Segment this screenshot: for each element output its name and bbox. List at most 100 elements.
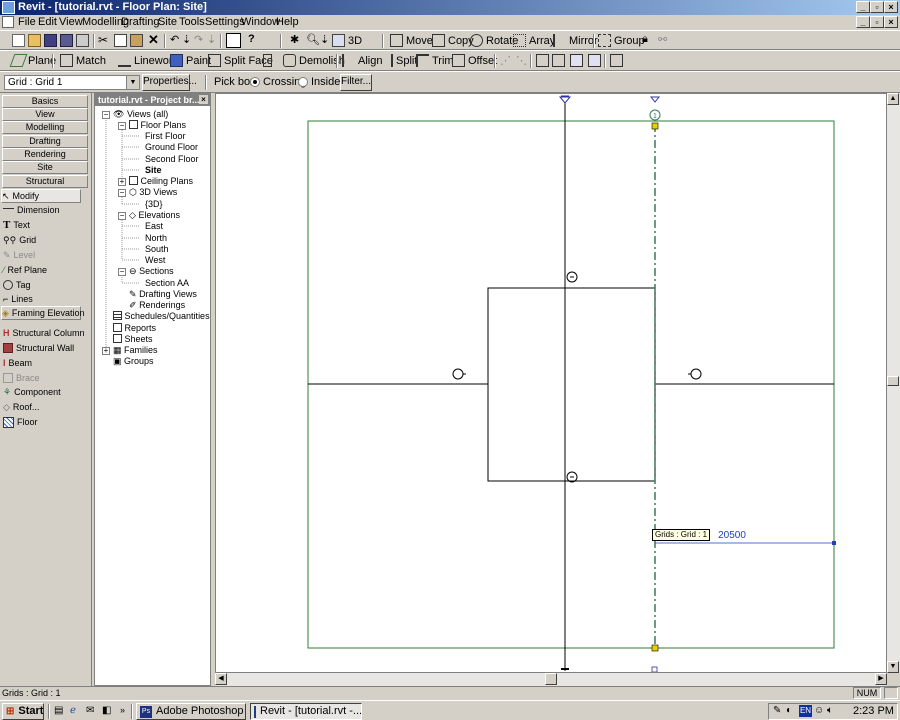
tree-north[interactable]: North: [145, 233, 167, 244]
maximize-button[interactable]: ▫: [870, 1, 884, 13]
menu-help[interactable]: Help: [276, 15, 299, 30]
tree-second-floor[interactable]: Second Floor: [145, 154, 199, 165]
show-desktop-icon[interactable]: ▤: [54, 705, 63, 716]
split-button[interactable]: Split: [380, 54, 417, 67]
tree-site[interactable]: Site: [145, 165, 162, 176]
tree-elevations[interactable]: ◇ Elevations: [129, 210, 180, 221]
minimize-button[interactable]: _: [856, 1, 870, 13]
tree-east[interactable]: East: [145, 221, 163, 232]
task-adobe-photoshop[interactable]: Ps Adobe Photoshop: [136, 703, 246, 720]
start-button[interactable]: ⊞ Start: [2, 703, 44, 720]
save-all-icon[interactable]: [60, 34, 73, 47]
paint-button[interactable]: Paint: [170, 54, 211, 67]
internet-explorer-icon[interactable]: ℯ: [70, 705, 76, 716]
align-button[interactable]: Align: [342, 54, 382, 67]
thin-lines-icon[interactable]: [610, 54, 623, 67]
zoom-dropdown-icon[interactable]: ⇣: [320, 33, 329, 46]
undo-dropdown-icon[interactable]: ⇣: [182, 33, 191, 46]
expand-ceiling-plans-icon[interactable]: +: [118, 178, 126, 186]
scroll-down-icon[interactable]: ▼: [887, 661, 899, 673]
tab-drafting[interactable]: Drafting: [2, 135, 88, 148]
close-button[interactable]: ×: [884, 1, 898, 13]
tool-modify[interactable]: ↖ Modify: [1, 189, 81, 203]
tool-component[interactable]: ⚘ Component: [3, 385, 61, 399]
task-revit[interactable]: Revit - [tutorial.rvt -...: [250, 703, 362, 720]
toggle-view-icon[interactable]: [226, 33, 241, 48]
tree-floor-plans[interactable]: Floor Plans: [129, 120, 186, 131]
tool-ref-plane[interactable]: ⁄ Ref Plane: [3, 263, 47, 277]
rotate-button[interactable]: Rotate: [470, 34, 518, 47]
menu-site[interactable]: Site: [158, 15, 177, 30]
scroll-up-icon[interactable]: ▲: [887, 93, 899, 105]
tool-structural-wall[interactable]: Structural Wall: [3, 341, 74, 355]
tree-schedules[interactable]: Schedules/Quantities: [113, 311, 210, 322]
lock-icon[interactable]: 🔒︎: [642, 33, 648, 46]
unlock-icon[interactable]: ⚯: [658, 33, 667, 46]
tool-lines[interactable]: ⌐ Lines: [3, 292, 33, 306]
open-icon[interactable]: [28, 34, 41, 47]
dimension-tool-icon[interactable]: [536, 54, 549, 67]
tree-west[interactable]: West: [145, 255, 165, 266]
vertical-scrollbar[interactable]: ▲ ▼: [887, 93, 900, 673]
tool-text[interactable]: T Text: [3, 218, 30, 232]
collapse-floor-plans-icon[interactable]: −: [118, 122, 126, 130]
delete-icon[interactable]: ✕: [148, 32, 159, 48]
cut-geometry-icon[interactable]: [263, 54, 272, 67]
tool-roof[interactable]: ◇ Roof...: [3, 400, 39, 414]
wall-cleanup-icon[interactable]: ⋱: [516, 54, 527, 67]
horizontal-scrollbar[interactable]: ◀ ▶: [215, 673, 887, 686]
doc-minimize-button[interactable]: _: [856, 16, 870, 28]
doc-restore-button[interactable]: ▫: [870, 16, 884, 28]
tab-basics[interactable]: Basics: [2, 95, 88, 108]
horizontal-scroll-thumb[interactable]: [545, 673, 557, 685]
drawing-area[interactable]: 1 20500 Grids : Grid : 1: [215, 93, 887, 673]
properties-button[interactable]: Properties...: [142, 74, 197, 91]
redo-dropdown-icon[interactable]: ⇣: [207, 33, 216, 46]
vertical-scroll-thumb[interactable]: [887, 376, 899, 386]
tree-sections[interactable]: ⊖ Sections: [129, 266, 174, 277]
tool-dimension[interactable]: Dimension: [3, 203, 60, 217]
scroll-left-icon[interactable]: ◀: [215, 673, 227, 685]
paste-icon[interactable]: [130, 34, 143, 47]
window-tile-icon[interactable]: [570, 54, 583, 67]
tree-families[interactable]: ▦ Families: [113, 345, 158, 356]
new-icon[interactable]: [12, 34, 25, 47]
collapse-3d-views-icon[interactable]: −: [118, 189, 126, 197]
window-cascade-icon[interactable]: [588, 54, 601, 67]
undo-icon[interactable]: ↶: [170, 33, 179, 46]
view-3d-button[interactable]: 3D: [332, 34, 362, 47]
menu-edit[interactable]: Edit: [38, 15, 57, 30]
temp-dimension-value[interactable]: 20500: [718, 530, 746, 541]
tool-structural-column[interactable]: H Structural Column: [3, 326, 85, 340]
move-button[interactable]: Move: [390, 34, 433, 47]
tab-view[interactable]: View: [2, 108, 88, 121]
tree-south[interactable]: South: [145, 244, 169, 255]
tool-framing-elevation[interactable]: ◈ Framing Elevation: [1, 306, 84, 320]
array-button[interactable]: Array: [513, 34, 555, 47]
expand-families-icon[interactable]: +: [102, 347, 110, 355]
menu-tools[interactable]: Tools: [179, 15, 205, 30]
menu-file[interactable]: File: [18, 15, 36, 30]
tool-tag[interactable]: Tag: [3, 278, 31, 292]
tool-beam[interactable]: I Beam: [3, 356, 32, 370]
collapse-elevations-icon[interactable]: −: [118, 212, 126, 220]
tree-views-all[interactable]: 👁︎ Views (all): [113, 109, 168, 120]
language-indicator[interactable]: EN: [799, 705, 812, 717]
network-tray-icon[interactable]: ◐: [786, 705, 792, 716]
volume-tray-icon[interactable]: 🔈︎: [827, 705, 833, 716]
tree-groups[interactable]: ▣ Groups: [113, 356, 154, 367]
zoom-icon[interactable]: 🔍︎: [306, 33, 320, 46]
menu-view[interactable]: View: [59, 15, 83, 30]
collapse-views-icon[interactable]: −: [102, 111, 110, 119]
work-plane-button[interactable]: Plane: [9, 54, 56, 67]
tree-ceiling-plans[interactable]: Ceiling Plans: [129, 176, 193, 187]
filter-button[interactable]: Filter...: [340, 74, 372, 91]
save-icon[interactable]: [44, 34, 57, 47]
visibility-icon[interactable]: ✱: [290, 33, 299, 46]
tree-section-aa[interactable]: Section AA: [145, 278, 189, 289]
whats-this-icon[interactable]: ?: [248, 33, 255, 45]
tool-floor[interactable]: Floor: [3, 415, 38, 429]
tree-reports[interactable]: Reports: [113, 323, 156, 334]
copy-icon[interactable]: [114, 34, 127, 47]
offset-button[interactable]: Offset: [452, 54, 497, 67]
